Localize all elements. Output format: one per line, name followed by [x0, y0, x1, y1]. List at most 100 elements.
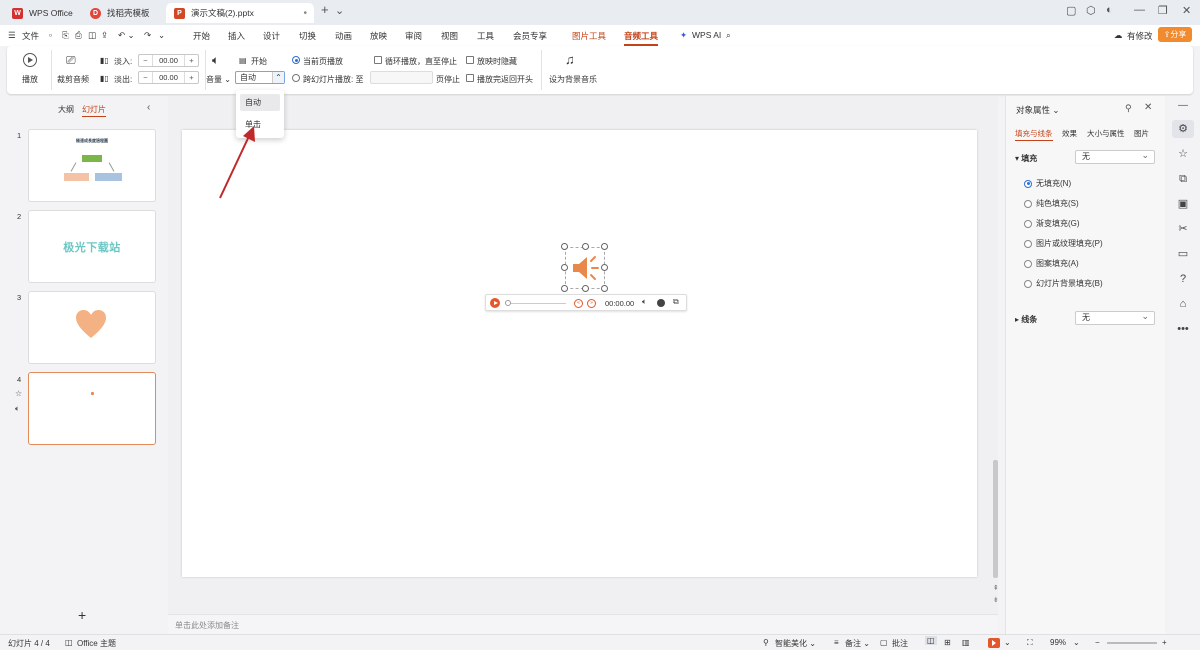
theme-name[interactable]: Office 主题: [77, 638, 116, 649]
slide-thumbnail-3[interactable]: [28, 291, 156, 364]
resize-handle[interactable]: [601, 243, 608, 250]
page-stop-input[interactable]: [370, 71, 433, 84]
tab-picture[interactable]: 图片: [1134, 128, 1149, 139]
share-icon[interactable]: ⎘: [62, 30, 69, 41]
tools-icon[interactable]: ✂: [1176, 222, 1190, 236]
slideshow-button[interactable]: [988, 638, 1000, 648]
prev-page-icon[interactable]: ⇞: [993, 584, 999, 592]
loop-label[interactable]: 循环播放，直至停止: [385, 56, 457, 67]
fill-option-pattern[interactable]: 图案填充(A): [1024, 258, 1079, 269]
menu-audio-tools[interactable]: 音频工具: [624, 30, 659, 46]
unsaved-dot-icon[interactable]: •: [303, 8, 307, 19]
zoom-out-icon[interactable]: −: [1095, 638, 1100, 647]
avatar[interactable]: ◐: [1106, 4, 1113, 16]
resize-handle[interactable]: [561, 243, 568, 250]
comments-button[interactable]: 批注: [892, 638, 908, 649]
resize-handle[interactable]: [582, 285, 589, 292]
radio-icon[interactable]: [1024, 239, 1032, 248]
menu-wps-ai[interactable]: WPS AI: [692, 30, 721, 40]
fill-option-solid[interactable]: 纯色填充(S): [1024, 198, 1079, 209]
export-icon[interactable]: ⇪: [101, 30, 108, 41]
menu-tools[interactable]: 工具: [477, 30, 494, 42]
decrement-button[interactable]: −: [139, 73, 152, 82]
chevron-up-icon[interactable]: ⌃: [272, 72, 284, 83]
reading-view-icon[interactable]: ▥: [962, 638, 970, 647]
cross-slide-label[interactable]: 跨幻灯片播放: 至: [303, 74, 363, 85]
window-mode-icon[interactable]: ▢: [1066, 4, 1076, 17]
fill-option-none[interactable]: 无填充(N): [1024, 178, 1071, 189]
fade-out-stepper[interactable]: − 00.00 +: [138, 71, 199, 84]
rewind-checkbox[interactable]: [466, 74, 474, 82]
add-slide-button[interactable]: +: [78, 607, 86, 623]
trim-audio-icon[interactable]: ⎚: [66, 53, 76, 68]
tab-list-chevron-icon[interactable]: ⌄: [335, 4, 344, 17]
resize-handle[interactable]: [582, 243, 589, 250]
fit-window-icon[interactable]: ⛶: [1027, 638, 1033, 648]
line-select[interactable]: 无: [1075, 310, 1155, 325]
info-icon[interactable]: [657, 299, 665, 307]
zoom-slider[interactable]: [1107, 642, 1157, 644]
music-note-icon[interactable]: ♫: [565, 52, 575, 67]
fill-option-gradient[interactable]: 渐变填充(G): [1024, 218, 1080, 229]
fade-out-value[interactable]: 00.00: [152, 72, 185, 83]
cross-slide-radio[interactable]: [292, 74, 300, 82]
play-icon[interactable]: [23, 53, 37, 67]
resize-handle[interactable]: [601, 264, 608, 271]
beautify-button[interactable]: 智能美化 ⌄: [775, 638, 816, 649]
zoom-chevron-icon[interactable]: ⌄: [1073, 638, 1080, 647]
play-button[interactable]: 播放: [22, 74, 38, 85]
has-changes-label[interactable]: 有修改: [1127, 30, 1153, 42]
menu-design[interactable]: 设计: [263, 30, 280, 42]
share-button[interactable]: ⇪分享: [1158, 27, 1192, 42]
next-page-icon[interactable]: ⇟: [993, 596, 999, 604]
hide-on-show-label[interactable]: 放映时隐藏: [477, 56, 517, 67]
tab-effects[interactable]: 效果: [1062, 128, 1077, 139]
notes-button[interactable]: 备注 ⌄: [845, 638, 870, 649]
properties-icon[interactable]: ⚙: [1176, 122, 1190, 136]
copy-icon[interactable]: ⧉: [1176, 172, 1190, 186]
menu-picture-tools[interactable]: 图片工具: [572, 30, 606, 42]
zoom-level[interactable]: 99%: [1050, 638, 1066, 647]
tab-wps-office[interactable]: W WPS Office: [4, 3, 78, 23]
star-icon[interactable]: ☆: [1176, 147, 1190, 161]
save-icon[interactable]: ▫: [49, 30, 52, 40]
decrement-button[interactable]: −: [139, 56, 152, 65]
redo-icon[interactable]: ↷: [144, 30, 151, 41]
restore-icon[interactable]: ❐: [1158, 4, 1168, 17]
fill-select[interactable]: 无: [1075, 149, 1155, 164]
menu-insert[interactable]: 插入: [228, 30, 245, 42]
tab-template[interactable]: D 找稻壳模板: [82, 3, 166, 23]
skip-forward-button[interactable]: »: [587, 299, 596, 308]
grid-view-icon[interactable]: ⊞: [944, 638, 951, 647]
search-icon[interactable]: ⌕: [726, 30, 731, 41]
resize-handle[interactable]: [601, 285, 608, 292]
more-chevron-icon[interactable]: ⌄: [158, 30, 165, 41]
start-select[interactable]: 自动 ⌃: [235, 71, 285, 84]
resize-handle[interactable]: [561, 264, 568, 271]
undo-icon[interactable]: ↶ ⌄: [118, 30, 135, 41]
close-icon[interactable]: ✕: [1182, 4, 1191, 17]
radio-icon[interactable]: [1024, 179, 1032, 188]
line-section[interactable]: ▸ 线条: [1015, 314, 1037, 325]
new-tab-button[interactable]: +: [321, 2, 329, 17]
menu-slideshow[interactable]: 放映: [370, 30, 387, 42]
slide-thumbnail-1[interactable]: 極速成長度過程圖: [28, 129, 156, 202]
player-volume-icon[interactable]: 🔈︎: [642, 297, 647, 307]
fade-in-value[interactable]: 00.00: [152, 55, 185, 66]
tab-presentation[interactable]: P 演示文稿(2).pptx •: [166, 3, 314, 23]
tab-size-props[interactable]: 大小与属性: [1087, 128, 1125, 139]
volume-button[interactable]: 音量 ⌄: [206, 74, 231, 85]
zoom-in-icon[interactable]: +: [1162, 638, 1167, 647]
fill-option-slide-bg[interactable]: 幻灯片背景填充(B): [1024, 278, 1103, 289]
slide-canvas[interactable]: [182, 130, 977, 577]
more-icon[interactable]: •••: [1176, 322, 1190, 336]
preview-icon[interactable]: ◫: [88, 30, 96, 41]
menu-view[interactable]: 视图: [441, 30, 458, 42]
image-icon[interactable]: ▣: [1176, 197, 1190, 211]
menu-transition[interactable]: 切换: [299, 30, 316, 42]
current-page-label[interactable]: 当前页播放: [303, 56, 343, 67]
panel-title[interactable]: 对象属性 ⌄: [1016, 104, 1060, 116]
skip-back-button[interactable]: «: [574, 299, 583, 308]
player-play-button[interactable]: [490, 298, 500, 308]
menu-member[interactable]: 会员专享: [513, 30, 547, 42]
